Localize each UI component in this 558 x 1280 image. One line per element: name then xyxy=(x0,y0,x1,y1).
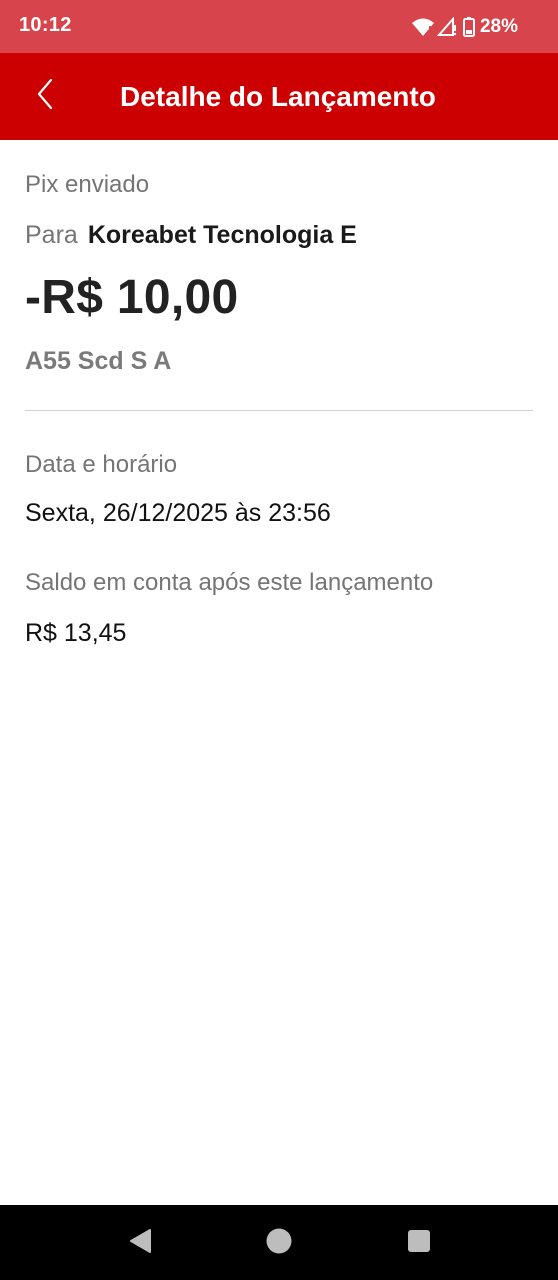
status-icons: 28% xyxy=(411,15,518,39)
nav-recents-button[interactable] xyxy=(403,1227,435,1259)
status-time: 10:12 xyxy=(19,14,72,36)
nav-back-button[interactable] xyxy=(124,1227,156,1259)
wifi-icon xyxy=(411,17,435,37)
back-triangle-icon xyxy=(128,1228,152,1259)
date-label: Data e horário xyxy=(25,451,178,478)
balance-value: R$ 13,45 xyxy=(25,619,127,647)
status-bar: 10:12 28% xyxy=(0,0,558,53)
recents-square-icon xyxy=(407,1229,431,1258)
recipient-row: Para Koreabet Tecnologia E xyxy=(25,221,357,250)
date-value: Sexta, 26/12/2025 às 23:56 xyxy=(25,499,331,527)
home-circle-icon xyxy=(265,1227,293,1260)
system-nav-bar xyxy=(0,1205,558,1280)
battery-icon xyxy=(462,17,475,37)
screen: 10:12 28% Detalhe do Lançamento Pix envi… xyxy=(0,0,558,1280)
transaction-type: Pix enviado xyxy=(25,171,150,198)
app-bar: Detalhe do Lançamento xyxy=(0,53,558,140)
transaction-amount: -R$ 10,00 xyxy=(25,271,239,324)
recipient-name-continued: A55 Scd S A xyxy=(25,347,172,375)
recipient-prefix: Para xyxy=(25,221,78,249)
nav-home-button[interactable] xyxy=(263,1227,295,1259)
recipient-name: Koreabet Tecnologia E xyxy=(87,221,357,249)
divider xyxy=(25,410,533,411)
balance-label: Saldo em conta após este lançamento xyxy=(25,569,434,596)
chevron-left-icon xyxy=(35,77,57,116)
signal-no-service-icon xyxy=(436,17,457,37)
page-title: Detalhe do Lançamento xyxy=(120,81,436,112)
battery-percent: 28% xyxy=(479,16,518,37)
back-button[interactable] xyxy=(24,73,68,119)
